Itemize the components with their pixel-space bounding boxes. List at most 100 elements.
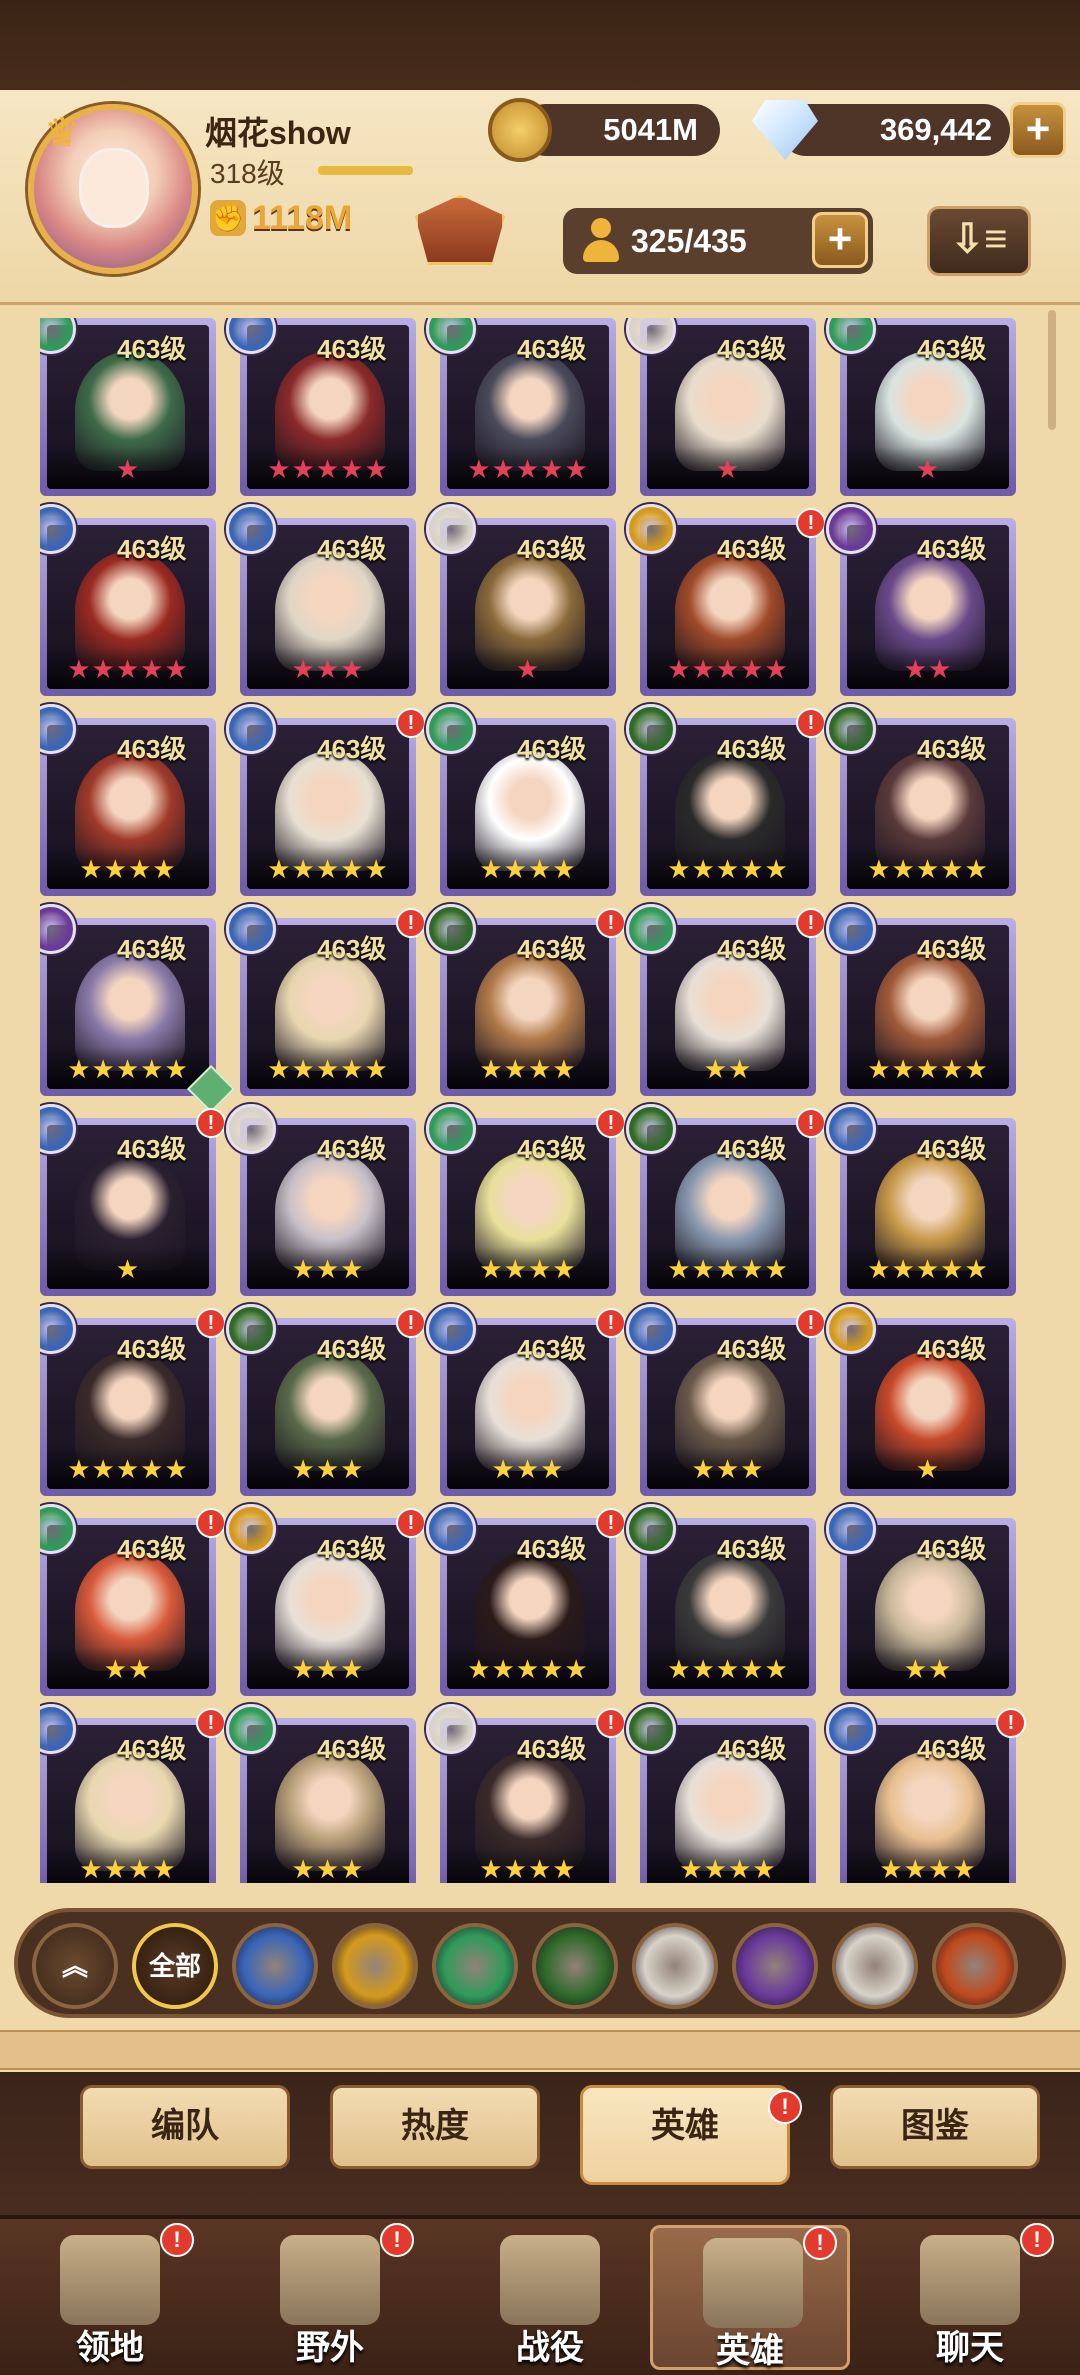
hero-level: 463级 — [517, 334, 587, 364]
hero-portrait: 463级 ★★★ — [247, 525, 409, 689]
expand-capacity-button[interactable]: + — [812, 212, 868, 268]
hero-stars: ★★★ — [691, 1454, 765, 1484]
heroes-icon — [703, 2238, 803, 2328]
nav-label: 战役 — [516, 2329, 584, 2367]
sub-tab-1[interactable]: 热度 — [330, 2085, 540, 2169]
sub-tab-3[interactable]: 图鉴 — [830, 2085, 1040, 2169]
hero-card[interactable]: 463级 ★★★★! — [826, 1704, 1026, 1883]
hero-card[interactable]: 463级 ★★★★★! — [626, 1104, 826, 1296]
hero-screen: { "player": {"name": "烟花show", "level": … — [0, 0, 1080, 2375]
hero-card[interactable]: 463级 ★★★★★ — [426, 318, 616, 496]
hero-portrait: 463级 ★★★ — [647, 1325, 809, 1489]
hero-stars: ★ — [915, 1454, 941, 1484]
hero-card[interactable]: 463级 ★★★! — [226, 1304, 426, 1496]
hero-card[interactable]: 463级 ★★★★★! — [626, 504, 826, 696]
filter-celestial-button[interactable] — [632, 1923, 718, 2009]
hero-level: 463级 — [917, 1134, 987, 1164]
chat-icon — [920, 2235, 1020, 2325]
hero-card[interactable]: 463级 ★★★! — [426, 1304, 626, 1496]
hero-card[interactable]: 463级 ★★★★★! — [226, 704, 426, 896]
hero-stars: ★★★★★ — [867, 1254, 989, 1284]
hero-stars: ★★★★★ — [267, 854, 389, 884]
hero-card[interactable]: 463级 ★★★! — [226, 1504, 426, 1696]
alert-badge: ! — [596, 1708, 626, 1738]
hero-card[interactable]: 463级 ★★★! — [626, 1304, 826, 1496]
hero-card[interactable]: 463级 ★★★★★ — [626, 1504, 816, 1696]
power-value: 1118M — [252, 198, 353, 237]
filter-graveborn-button[interactable] — [532, 1923, 618, 2009]
hero-level: 463级 — [117, 534, 187, 564]
hero-card[interactable]: 463级 ★★! — [626, 904, 826, 1096]
hero-card[interactable]: 463级 ★★★★★ — [226, 318, 416, 496]
hero-card[interactable]: 463级 ★★★★★ — [826, 1104, 1016, 1296]
add-gems-button[interactable]: + — [1010, 102, 1066, 158]
hero-card[interactable]: 463级 ★★★★ — [40, 704, 216, 896]
hero-card[interactable]: 463级 ★ — [826, 1304, 1016, 1496]
hero-card[interactable]: 463级 ★★★★★ — [826, 704, 1016, 896]
filter-lightbearer-button[interactable] — [232, 1923, 318, 2009]
alert-badge: ! — [596, 1508, 626, 1538]
nav-field[interactable]: 野外! — [230, 2223, 430, 2370]
nav-heroes[interactable]: 英雄! — [650, 2225, 850, 2370]
hero-card[interactable]: 463级 ★★! — [40, 1504, 226, 1696]
lightbearer-faction-icon — [426, 1504, 476, 1554]
hero-stars: ★ — [915, 454, 941, 484]
filter-hypogean-button[interactable] — [732, 1923, 818, 2009]
hero-card[interactable]: 463级 ★★★★★ — [40, 904, 236, 1114]
hero-portrait: 463级 ★★★★★ — [847, 725, 1009, 889]
hero-card[interactable]: 463级 ★ — [40, 318, 216, 496]
hero-card[interactable]: 463级 ★★★ — [226, 504, 416, 696]
hero-capacity-value: 325/435 — [631, 222, 747, 259]
nav-label: 英雄 — [716, 2332, 784, 2370]
hero-level: 463级 — [717, 534, 787, 564]
hero-card[interactable]: 463级 ★★★★★! — [40, 1304, 226, 1496]
hero-card[interactable]: 463级 ★ — [626, 318, 816, 496]
hero-portrait: 463级 ★★★★★ — [47, 1325, 209, 1489]
hero-card[interactable]: 463级 ★★ — [826, 1504, 1016, 1696]
nav-territory[interactable]: 领地! — [10, 2223, 210, 2370]
hero-card[interactable]: 463级 ★★★ — [226, 1704, 416, 1883]
sub-tab-0[interactable]: 编队 — [80, 2085, 290, 2169]
hero-card[interactable]: 463级 ★★★★! — [40, 1704, 226, 1883]
sub-tab-2[interactable]: 英雄 — [580, 2085, 790, 2185]
hero-stars: ★★★★ — [479, 1054, 577, 1084]
hero-card[interactable]: 463级 ★★★★★! — [426, 1504, 626, 1696]
hero-level: 463级 — [317, 1134, 387, 1164]
alert-badge: ! — [796, 908, 826, 938]
filter-wilder-button[interactable] — [432, 1923, 518, 2009]
sort-button[interactable]: ⇩≡ — [927, 206, 1031, 276]
nav-campaign[interactable]: 战役 — [450, 2225, 650, 2370]
hero-portrait: 463级 ★★★★★ — [247, 325, 409, 489]
collapse-up-button[interactable]: ︽ — [32, 1923, 118, 2009]
hero-card[interactable]: 463级 ★ — [426, 504, 616, 696]
faction-filter-bar: ︽ 全部 — [14, 1908, 1066, 2018]
hero-card[interactable]: 463级 ★ — [826, 318, 1016, 496]
hero-card[interactable]: 463级 ★★★★! — [426, 904, 626, 1096]
scrollbar[interactable] — [1048, 310, 1056, 430]
hero-card[interactable]: 463级 ★★★ — [226, 1104, 416, 1296]
filter-dimensional-button[interactable] — [932, 1923, 1018, 2009]
hero-level: 463级 — [717, 1334, 787, 1364]
lightbearer-faction-icon — [626, 1304, 676, 1354]
hero-card[interactable]: 463级 ★★★★★ — [826, 904, 1016, 1096]
hero-level: 463级 — [117, 734, 187, 764]
hero-portrait: 463级 ★★★★★ — [247, 925, 409, 1089]
filter-mauler-button[interactable] — [332, 1923, 418, 2009]
hero-stars: ★ — [515, 654, 541, 684]
nav-chat[interactable]: 聊天! — [870, 2223, 1070, 2370]
alert-badge: ! — [196, 1508, 226, 1538]
filter-all-button[interactable]: 全部 — [132, 1923, 218, 2009]
hero-card[interactable]: 463级 ★★★★! — [426, 1704, 626, 1883]
hero-card[interactable]: 463级 ★★★★! — [426, 1104, 626, 1296]
graveborn-faction-icon — [426, 904, 476, 954]
hero-card[interactable]: 463级 ★★★★ — [626, 1704, 816, 1883]
hero-card[interactable]: 463级 ★★★★ — [426, 704, 616, 896]
territory-icon — [60, 2235, 160, 2325]
filter-celestial-2-button[interactable] — [832, 1923, 918, 2009]
hero-card[interactable]: 463级 ★! — [40, 1104, 226, 1296]
hero-card[interactable]: 463级 ★★★★★! — [226, 904, 426, 1096]
hero-card[interactable]: 463级 ★★ — [826, 504, 1016, 696]
hero-card[interactable]: 463级 ★★★★★ — [40, 504, 216, 696]
player-avatar[interactable]: ♛ — [28, 104, 198, 274]
hero-card[interactable]: 463级 ★★★★★! — [626, 704, 826, 896]
